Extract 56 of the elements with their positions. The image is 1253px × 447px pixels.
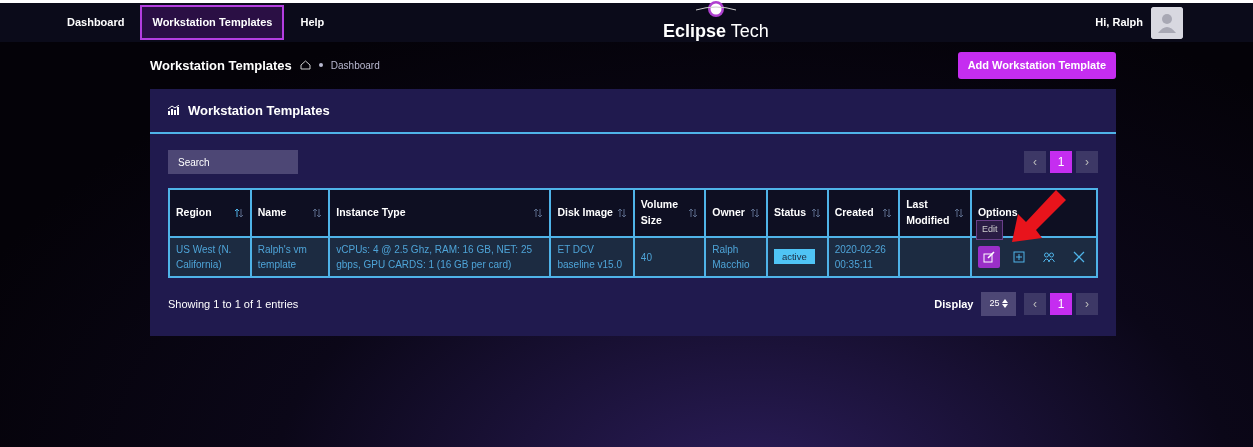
sort-icon[interactable] xyxy=(616,208,627,218)
table-cell: ET DCV baseline v15.0 xyxy=(550,237,634,277)
page-size-select[interactable]: 25 xyxy=(981,292,1016,316)
add-box-icon xyxy=(1012,251,1025,263)
column-header[interactable]: Owner xyxy=(705,189,767,237)
column-header[interactable]: Volume Size xyxy=(633,189,706,237)
updown-icon xyxy=(1002,299,1008,309)
brand-name: Eclipse Tech xyxy=(662,20,769,43)
table-cell: Ralph's vm template xyxy=(250,237,330,277)
nav-tab[interactable]: Dashboard xyxy=(55,5,137,40)
column-header[interactable]: Region xyxy=(169,189,251,237)
status-badge: active xyxy=(773,249,815,265)
page-button[interactable]: 1 xyxy=(1050,292,1072,315)
sort-icon[interactable] xyxy=(810,208,821,218)
table-cell: Ralph Macchio xyxy=(705,237,767,277)
sort-icon[interactable] xyxy=(749,208,760,218)
add-template-button[interactable]: Add Workstation Template xyxy=(957,52,1116,79)
page-button[interactable]: › xyxy=(1076,292,1098,315)
breadcrumb-dot-icon xyxy=(318,63,323,68)
column-header[interactable]: Status xyxy=(766,189,828,237)
avatar-icon[interactable] xyxy=(1151,6,1183,39)
greeting: Hi, Ralph xyxy=(1095,15,1143,31)
column-header[interactable]: Instance Type xyxy=(329,189,551,237)
page-button[interactable]: › xyxy=(1076,151,1098,173)
close-icon xyxy=(1072,251,1085,263)
column-header[interactable]: Name xyxy=(250,189,330,237)
edit-icon xyxy=(982,251,995,263)
search-field[interactable]: Search xyxy=(168,150,298,174)
sort-icon[interactable] xyxy=(533,208,544,218)
tooltip: Edit xyxy=(975,220,1004,240)
table-cell: US West (N. California) xyxy=(169,237,251,277)
nav-tab[interactable]: Workstation Templates xyxy=(140,5,285,40)
card-title: Workstation Templates xyxy=(188,101,330,120)
nav-tab[interactable]: Help xyxy=(288,5,337,40)
sort-icon[interactable] xyxy=(688,208,699,218)
table-cell: vCPUs: 4 @ 2.5 Ghz, RAM: 16 GB, NET: 25 gbps, GPU CARDS: 1 (16 GB per card) xyxy=(329,237,551,277)
sort-icon[interactable] xyxy=(953,208,964,218)
breadcrumb-link[interactable]: Dashboard xyxy=(330,57,380,73)
page-button[interactable]: 1 xyxy=(1050,151,1072,173)
sort-icon[interactable] xyxy=(882,208,893,218)
home-icon[interactable] xyxy=(299,60,311,71)
edit-button[interactable] xyxy=(977,246,1000,268)
users-icon xyxy=(1042,251,1055,263)
entries-info: Showing 1 to 1 of 1 entries xyxy=(168,296,299,312)
sort-icon[interactable] xyxy=(233,208,244,218)
table-cell: 40 xyxy=(633,237,706,277)
chart-icon xyxy=(168,105,180,116)
sort-icon[interactable] xyxy=(312,208,323,218)
display-label: Display xyxy=(934,296,974,312)
page-title: Workstation Templates xyxy=(150,56,292,75)
column-header[interactable]: Created xyxy=(827,189,900,237)
page-button[interactable]: ‹ xyxy=(1024,151,1046,173)
table-cell: 2020-02-26 00:35:11 xyxy=(827,237,900,277)
page-button[interactable]: ‹ xyxy=(1024,292,1046,315)
column-header[interactable]: Disk Image xyxy=(550,189,634,237)
column-header[interactable]: Last Modified xyxy=(899,189,971,237)
